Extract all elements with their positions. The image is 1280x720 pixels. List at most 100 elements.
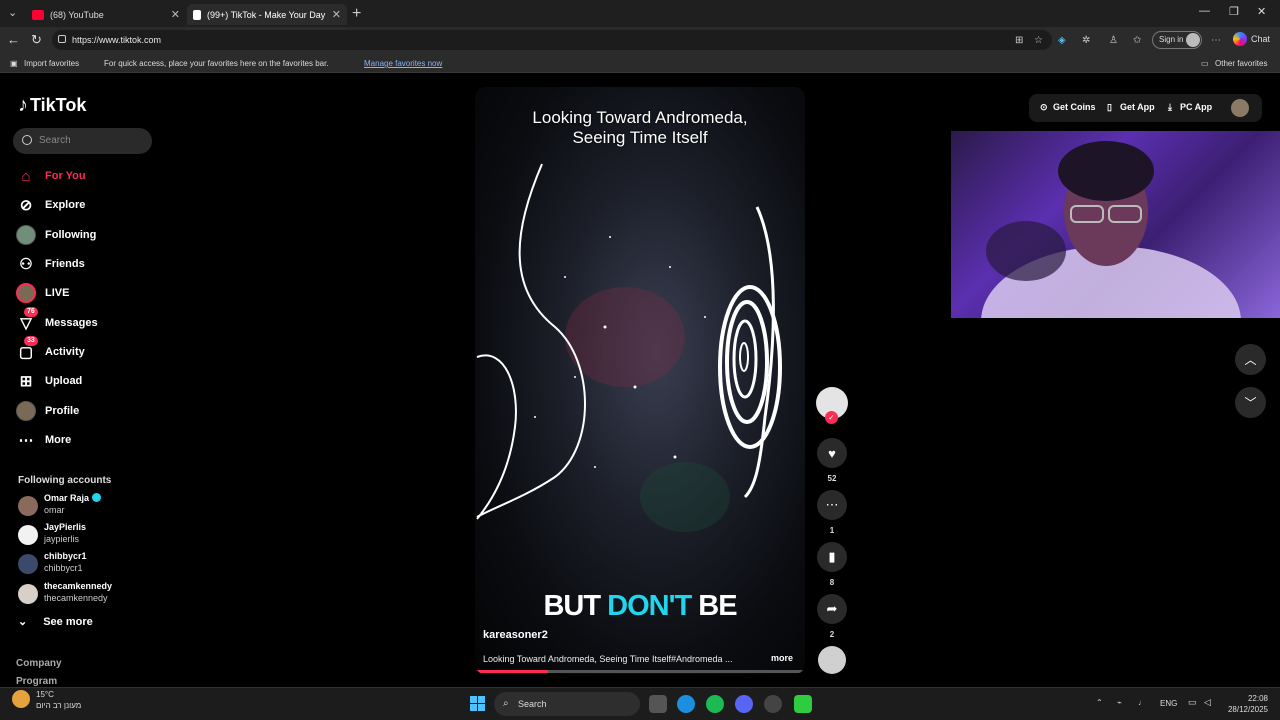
extensions-icon[interactable]: ✲ — [1082, 35, 1090, 46]
app-available-icon[interactable]: ⊞ — [1015, 35, 1023, 46]
comment-count: 1 — [829, 526, 835, 535]
description-more-button[interactable]: more — [771, 653, 793, 663]
chat-label: Chat — [1251, 34, 1271, 44]
save-button[interactable]: ▮ — [817, 542, 847, 572]
tab-actions-icon[interactable]: ⌄ — [8, 6, 17, 19]
account-item[interactable]: chibbycr1 chibbycr1 — [16, 551, 156, 577]
account-name: JayPierlis — [44, 522, 87, 532]
minimize-icon[interactable]: — — [1199, 5, 1210, 17]
caption-highlight: DON'T — [607, 590, 692, 622]
nav-upload[interactable]: ⊞ Upload — [16, 370, 156, 392]
account-username: chibbycr1 — [44, 563, 83, 573]
nav-messages[interactable]: ▽ 76 Messages — [16, 307, 156, 334]
nav-label: Messages — [45, 317, 98, 329]
get-coins-button[interactable]: Get Coins — [1053, 102, 1096, 112]
follow-check-icon[interactable]: ✓ — [825, 411, 838, 424]
browser-essentials-icon[interactable]: ♙ — [1109, 35, 1118, 46]
video-description: Looking Toward Andromeda, Seeing Time It… — [483, 654, 733, 664]
top-actions-bar: ⊙ Get Coins ▯ Get App ⤓ PC App — [1029, 94, 1262, 122]
weather-widget[interactable]: 15°C מעונן רב היום — [12, 690, 81, 710]
nav-for-you[interactable]: ⌂ For You — [16, 165, 156, 187]
close-window-icon[interactable]: ✕ — [1257, 5, 1266, 18]
like-button[interactable]: ♥ — [817, 438, 847, 468]
footer-program-link[interactable]: Program — [16, 676, 57, 687]
like-count: 52 — [827, 474, 837, 483]
favorites-icon[interactable]: ✩ — [1133, 35, 1141, 46]
maximize-icon[interactable]: ❐ — [1229, 5, 1239, 18]
video-author-username[interactable]: kareasoner2 — [483, 629, 548, 641]
tiktok-logo[interactable]: ♪ TikTok — [18, 94, 86, 117]
tab-label: (99+) TikTok - Make Your Day — [207, 9, 326, 20]
close-tab-icon[interactable]: ✕ — [171, 8, 180, 21]
show-hidden-icons[interactable]: ⌃ — [1096, 698, 1103, 707]
nav-label: Friends — [45, 258, 85, 270]
account-item[interactable]: thecamkennedy thecamkennedy — [16, 581, 156, 607]
nav-profile[interactable]: Profile — [16, 400, 156, 422]
discord-icon[interactable] — [735, 695, 753, 713]
extension-icon[interactable]: ◈ — [1058, 35, 1066, 46]
caption-part-c: BE — [691, 590, 737, 622]
next-video-button[interactable]: ﹀ — [1235, 387, 1266, 418]
import-favorites-icon[interactable]: ▣ — [10, 59, 18, 68]
volume-icon[interactable]: ◁ — [1204, 697, 1211, 708]
sound-avatar[interactable] — [818, 646, 846, 674]
back-icon[interactable]: ← — [7, 32, 20, 47]
tab-tiktok[interactable]: (99+) TikTok - Make Your Day ✕ — [187, 4, 347, 25]
task-view-icon[interactable] — [649, 695, 667, 713]
clock[interactable]: 22:08 28/12/2025 — [1224, 693, 1268, 715]
nav-friends[interactable]: ⚇ Friends — [16, 253, 156, 275]
microphone-icon[interactable]: ♩ — [1138, 698, 1146, 707]
favorite-star-icon[interactable]: ☆ — [1034, 35, 1043, 46]
chevron-down-icon: ﹀ — [1244, 396, 1257, 410]
copilot-chat-button[interactable]: Chat — [1233, 32, 1270, 46]
comment-icon: ⋯ — [825, 497, 839, 512]
logo-text: TikTok — [30, 95, 87, 115]
pc-app-button[interactable]: PC App — [1180, 102, 1212, 112]
video-player[interactable]: Looking Toward Andromeda, Seeing Time It… — [475, 87, 805, 674]
tab-youtube[interactable]: (68) YouTube ✕ — [26, 4, 186, 25]
profile-avatar-icon[interactable] — [1186, 33, 1200, 47]
nav-explore[interactable]: ⊘ Explore — [16, 194, 156, 216]
account-item[interactable]: Omar Raja omar — [16, 493, 156, 519]
nav-activity[interactable]: ▢ 33 Activity — [16, 336, 156, 363]
address-bar[interactable]: https://www.tiktok.com — [52, 30, 1052, 50]
get-app-button[interactable]: Get App — [1120, 102, 1155, 112]
previous-video-button[interactable]: ︿ — [1235, 344, 1266, 375]
start-button[interactable] — [470, 696, 485, 711]
video-artwork — [476, 163, 782, 532]
nav-live[interactable]: LIVE — [16, 282, 156, 304]
new-tab-button[interactable]: + — [352, 5, 361, 23]
see-more-button[interactable]: ⌄ See more — [18, 615, 93, 629]
profile-avatar — [16, 401, 36, 421]
settings-more-icon[interactable]: ⋯ — [1211, 35, 1221, 46]
spotify-icon[interactable] — [706, 695, 724, 713]
app-icon[interactable] — [764, 695, 782, 713]
refresh-icon[interactable]: ↻ — [31, 32, 42, 48]
nav-following[interactable]: Following — [16, 224, 156, 246]
comment-button[interactable]: ⋯ — [817, 490, 847, 520]
manage-favorites-link[interactable]: Manage favorites now — [364, 59, 442, 68]
close-tab-icon[interactable]: ✕ — [332, 8, 341, 21]
search-input[interactable]: Search — [13, 128, 152, 154]
video-progress-bar[interactable] — [475, 670, 805, 673]
app-icon[interactable] — [794, 695, 812, 713]
user-avatar[interactable] — [1231, 99, 1249, 117]
other-favorites-link[interactable]: Other favorites — [1215, 59, 1267, 68]
nav-label: Following — [45, 229, 97, 241]
nav-more[interactable]: ⋯ More — [16, 429, 156, 451]
weather-text: מעונן רב היום — [36, 701, 82, 710]
share-button[interactable]: ➦ — [817, 594, 847, 624]
network-icon[interactable]: ⌁ — [1117, 698, 1122, 707]
friends-icon: ⚇ — [19, 256, 33, 273]
edge-icon[interactable] — [677, 695, 695, 713]
site-info-icon[interactable] — [58, 35, 66, 43]
nav-label: Explore — [45, 199, 86, 211]
taskbar-search[interactable]: Search — [494, 692, 640, 716]
account-item[interactable]: JayPierlis jaypierlis — [16, 522, 156, 548]
messages-icon: ▽ 76 — [16, 307, 38, 333]
language-indicator[interactable]: ENG — [1160, 699, 1177, 708]
phone-icon: ▯ — [1107, 102, 1112, 112]
wifi-icon[interactable]: ▭ — [1188, 697, 1197, 708]
import-favorites-link[interactable]: Import favorites — [24, 59, 79, 68]
footer-company-link[interactable]: Company — [16, 658, 62, 669]
